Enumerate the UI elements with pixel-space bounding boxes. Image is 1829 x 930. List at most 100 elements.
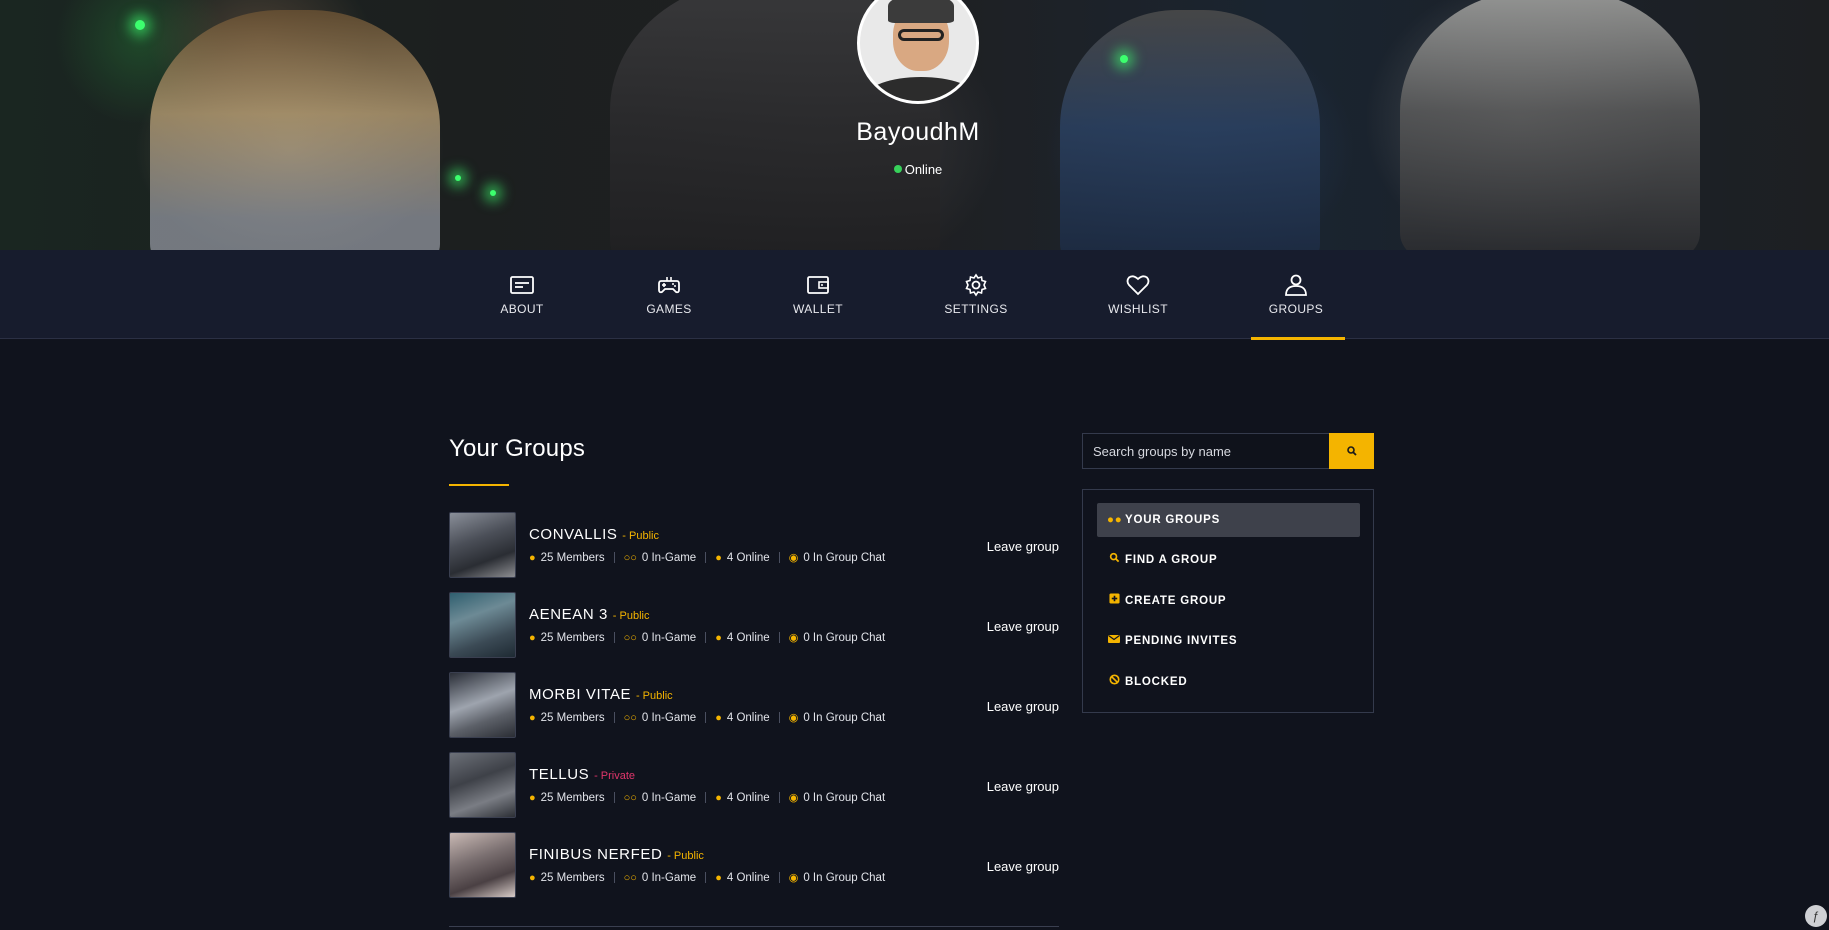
group-row[interactable]: FINIBUS NERFED - Public ● 25 Members ○○ 0 In… [449, 832, 1059, 898]
chat-bubble-icon: ◉ [788, 552, 799, 564]
gamepad-icon [658, 277, 680, 294]
tab-wishlist[interactable]: WISHLIST [1083, 250, 1193, 339]
chat-stat: ◉ 0 In Group Chat [789, 791, 885, 804]
stat-divider [705, 552, 707, 563]
online-count: 4 Online [726, 551, 770, 564]
group-row[interactable]: CONVALLIS - Public ● 25 Members ○○ 0 In-Game… [449, 512, 1059, 578]
gamepad-icon: ○○ [623, 791, 637, 804]
group-stats: ● 25 Members ○○ 0 In-Game ● 4 Online ◉ 0 In Gro… [529, 711, 885, 725]
group-name[interactable]: AENEAN 3 - Public [529, 606, 649, 623]
online-dot-icon: ● [715, 711, 722, 724]
chat-stat: ◉ 0 In Group Chat [789, 631, 885, 644]
users-icon: ●● [1107, 514, 1123, 526]
leave-group-button[interactable]: Leave group [987, 699, 1059, 714]
group-thumbnail[interactable] [449, 752, 516, 818]
menu-blocked[interactable]: BLOCKED [1097, 665, 1360, 699]
heart-icon [1126, 275, 1150, 296]
group-name[interactable]: MORBI VITAE - Public [529, 686, 673, 703]
banner-light [135, 20, 145, 30]
tab-settings-label: SETTINGS [944, 302, 1008, 316]
online-dot-icon: ● [715, 551, 722, 564]
online-count: 4 Online [726, 871, 770, 884]
members-count: 25 Members [540, 711, 605, 724]
in-game-stat: ○○ 0 In-Game [624, 552, 697, 564]
tab-settings[interactable]: SETTINGS [921, 250, 1031, 339]
stat-divider [705, 872, 707, 883]
group-stats: ● 25 Members ○○ 0 In-Game ● 4 Online ◉ 0 In Gro… [529, 631, 885, 645]
stat-divider [613, 552, 615, 563]
group-row[interactable]: MORBI VITAE - Public ● 25 Members ○○ 0 In-Ga… [449, 672, 1059, 738]
in-game-stat: ○○ 0 In-Game [624, 792, 697, 804]
tab-groups[interactable]: GROUPS [1241, 250, 1351, 340]
stat-divider [778, 712, 780, 723]
chat-count: 0 In Group Chat [803, 632, 886, 644]
group-name[interactable]: FINIBUS NERFED - Public [529, 846, 704, 863]
group-thumbnail[interactable] [449, 512, 516, 578]
avatar-glasses [898, 29, 944, 41]
menu-find-group-label: FIND A GROUP [1125, 554, 1218, 566]
menu-pending-invites[interactable]: PENDING INVITES [1097, 624, 1360, 658]
group-thumbnail[interactable] [449, 672, 516, 738]
stat-divider [613, 872, 615, 883]
search-icon [1107, 543, 1121, 577]
user-icon [1285, 274, 1307, 296]
group-row[interactable]: AENEAN 3 - Public ● 25 Members ○○ 0 In-Game ●… [449, 592, 1059, 658]
menu-your-groups[interactable]: ●● YOUR GROUPS [1097, 503, 1360, 537]
group-visibility: - Public [622, 530, 659, 542]
debug-toolbar-icon[interactable]: ƒ [1805, 905, 1827, 927]
gamepad-icon: ○○ [623, 711, 637, 724]
members-count: 25 Members [540, 631, 605, 644]
online-stat: ● 4 Online [715, 632, 770, 644]
chat-stat: ◉ 0 In Group Chat [789, 711, 885, 724]
search-input[interactable] [1082, 433, 1329, 469]
groups-menu: ●● YOUR GROUPS FIND A GROUP CREATE GROUP … [1082, 489, 1374, 713]
avatar-cap [888, 0, 954, 23]
chat-stat: ◉ 0 In Group Chat [789, 551, 885, 564]
user-icon: ● [529, 711, 536, 724]
leave-group-button[interactable]: Leave group [987, 619, 1059, 634]
chat-count: 0 In Group Chat [803, 712, 886, 724]
group-name-text: FINIBUS NERFED [529, 846, 663, 863]
chat-bubble-icon: ◉ [788, 792, 799, 804]
user-icon: ● [529, 631, 536, 644]
group-thumbnail[interactable] [449, 832, 516, 898]
chat-count: 0 In Group Chat [803, 872, 886, 884]
leave-group-button[interactable]: Leave group [987, 859, 1059, 874]
menu-create-group[interactable]: CREATE GROUP [1097, 584, 1360, 618]
group-thumbnail[interactable] [449, 592, 516, 658]
chat-count: 0 In Group Chat [803, 792, 886, 804]
group-row[interactable]: TELLUS - Private ● 25 Members ○○ 0 In-Game ● 4… [449, 752, 1059, 818]
user-icon: ● [529, 791, 536, 804]
stat-divider [705, 712, 707, 723]
status-badge: Online [0, 162, 1829, 177]
tab-wallet[interactable]: WALLET [763, 250, 873, 339]
gear-icon [965, 273, 987, 297]
tab-wallet-label: WALLET [793, 302, 843, 316]
members-stat: ● 25 Members [529, 792, 605, 804]
stat-divider [778, 632, 780, 643]
stat-divider [778, 552, 780, 563]
group-stats: ● 25 Members ○○ 0 In-Game ● 4 Online ◉ 0 In Gro… [529, 791, 885, 805]
search-button[interactable] [1329, 433, 1374, 469]
online-dot-icon: ● [715, 871, 722, 884]
tab-games[interactable]: GAMES [614, 250, 724, 339]
leave-group-button[interactable]: Leave group [987, 779, 1059, 794]
online-dot-icon: ● [715, 631, 722, 644]
tab-wishlist-label: WISHLIST [1108, 302, 1168, 316]
leave-group-button[interactable]: Leave group [987, 539, 1059, 554]
stat-divider [613, 792, 615, 803]
tab-groups-label: GROUPS [1268, 302, 1324, 316]
menu-find-group[interactable]: FIND A GROUP [1097, 543, 1360, 577]
menu-create-group-label: CREATE GROUP [1125, 595, 1227, 607]
group-name-text: TELLUS [529, 766, 590, 783]
members-count: 25 Members [540, 871, 605, 884]
avatar[interactable] [857, 0, 979, 104]
members-stat: ● 25 Members [529, 632, 605, 644]
group-name[interactable]: CONVALLIS - Public [529, 526, 659, 543]
online-stat: ● 4 Online [715, 552, 770, 564]
group-name[interactable]: TELLUS - Private [529, 766, 635, 783]
members-stat: ● 25 Members [529, 712, 605, 724]
tab-about[interactable]: ABOUT [467, 250, 577, 339]
wallet-icon [807, 276, 829, 294]
group-visibility: - Public [612, 610, 650, 622]
